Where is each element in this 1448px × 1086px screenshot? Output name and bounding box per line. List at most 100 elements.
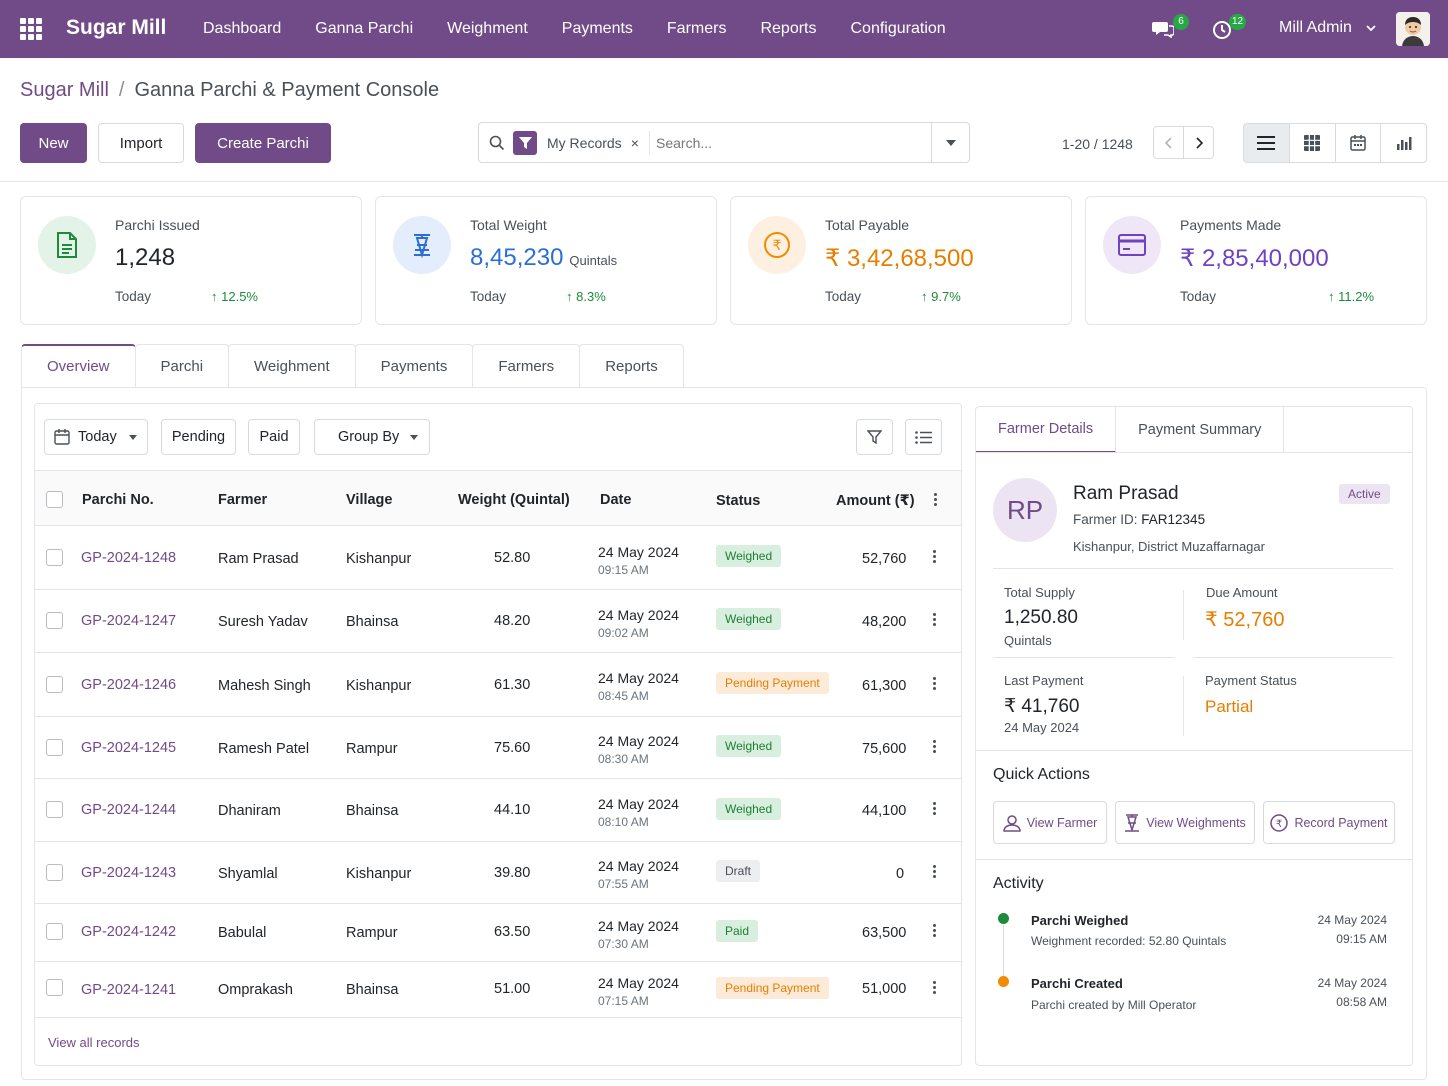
user-icon [1002, 814, 1021, 832]
table-row[interactable]: GP-2024-1248 Ram Prasad Kishanpur 52.80 … [35, 527, 961, 590]
list-view-button[interactable] [1244, 124, 1290, 162]
tab-overview[interactable]: Overview [21, 344, 136, 387]
menu-item-dashboard[interactable]: Dashboard [186, 0, 298, 58]
parchi-link[interactable]: GP-2024-1242 [81, 924, 176, 940]
view-farmer-button[interactable]: View Farmer [993, 801, 1107, 844]
parchi-link[interactable]: GP-2024-1245 [81, 740, 176, 756]
apps-grid-icon[interactable] [20, 18, 42, 40]
status-badge: Pending Payment [716, 977, 829, 999]
kpi-card-payments-made[interactable]: Payments Made ₹ 2,85,40,000 Today ↑ 11.2… [1085, 196, 1427, 325]
parchi-link[interactable]: GP-2024-1241 [81, 982, 176, 998]
row-checkbox[interactable] [46, 612, 63, 629]
header-weight[interactable]: Weight (Quintal) [458, 492, 570, 508]
header-village[interactable]: Village [346, 492, 392, 508]
search-options-toggle[interactable] [931, 123, 969, 162]
svg-text:₹: ₹ [1276, 819, 1282, 830]
kpi-label: Total Weight [470, 217, 547, 233]
pager-value[interactable]: 1-20 / 1248 [1062, 136, 1133, 152]
menu-item-configuration[interactable]: Configuration [834, 0, 963, 58]
tab-reports[interactable]: Reports [579, 344, 684, 387]
row-actions-icon[interactable] [933, 981, 937, 994]
row-actions-icon[interactable] [933, 550, 937, 563]
parchi-link[interactable]: GP-2024-1246 [81, 677, 176, 693]
chat-icon[interactable] [1152, 20, 1174, 38]
header-amount[interactable]: Amount (₹) [836, 493, 915, 509]
row-checkbox[interactable] [46, 923, 63, 940]
row-actions-icon[interactable] [933, 677, 937, 690]
row-checkbox[interactable] [46, 739, 63, 756]
kanban-view-button[interactable] [1290, 124, 1336, 162]
view-all-records-link[interactable]: View all records [48, 1035, 140, 1050]
tab-payment-summary[interactable]: Payment Summary [1116, 406, 1285, 453]
row-checkbox[interactable] [46, 549, 63, 566]
menu-item-weighment[interactable]: Weighment [430, 0, 545, 58]
search-input[interactable] [656, 123, 926, 162]
parchi-link[interactable]: GP-2024-1243 [81, 865, 176, 881]
graph-view-button[interactable] [1381, 124, 1426, 162]
pager-previous-button[interactable] [1153, 126, 1184, 159]
parchi-link[interactable]: GP-2024-1248 [81, 550, 176, 566]
user-avatar[interactable] [1396, 12, 1430, 46]
weight-cell: 52.80 [494, 550, 531, 566]
header-date[interactable]: Date [600, 492, 631, 508]
kpi-card-total-payable[interactable]: ₹ Total Payable ₹ 3,42,68,500 Today ↑ 9.… [730, 196, 1072, 325]
row-checkbox[interactable] [46, 864, 63, 881]
view-weighments-button[interactable]: View Weighments [1115, 801, 1255, 844]
date-cell: 24 May 2024 09:15 AM [598, 544, 679, 577]
table-row[interactable]: GP-2024-1243 Shyamlal Kishanpur 39.80 24… [35, 842, 961, 904]
menu-item-farmers[interactable]: Farmers [650, 0, 744, 58]
row-actions-icon[interactable] [933, 865, 937, 878]
pending-filter-button[interactable]: Pending [161, 419, 236, 455]
table-row[interactable]: GP-2024-1245 Ramesh Patel Rampur 75.60 2… [35, 717, 961, 779]
tab-payments[interactable]: Payments [354, 344, 474, 387]
select-all-checkbox[interactable] [46, 491, 63, 508]
tab-farmer-details[interactable]: Farmer Details [976, 406, 1117, 453]
remove-facet-icon[interactable]: × [631, 135, 639, 151]
menu-item-reports[interactable]: Reports [743, 0, 833, 58]
parchi-link[interactable]: GP-2024-1244 [81, 802, 176, 818]
breadcrumb-root[interactable]: Sugar Mill [20, 79, 109, 101]
row-checkbox[interactable] [46, 979, 63, 996]
menu-item-ganna-parchi[interactable]: Ganna Parchi [298, 0, 430, 58]
tab-farmers[interactable]: Farmers [472, 344, 581, 387]
header-status[interactable]: Status [716, 493, 760, 509]
kpi-card-parchi-issued[interactable]: Parchi Issued 1,248 Today ↑ 12.5% [20, 196, 362, 325]
import-button[interactable]: Import [98, 123, 184, 163]
date-filter-dropdown[interactable]: Today [44, 419, 148, 455]
table-row[interactable]: GP-2024-1244 Dhaniram Bhainsa 44.10 24 M… [35, 779, 961, 842]
row-actions-icon[interactable] [933, 924, 937, 937]
paid-filter-button[interactable]: Paid [248, 419, 300, 455]
row-actions-icon[interactable] [933, 740, 937, 753]
tab-weighment[interactable]: Weighment [228, 344, 356, 387]
create-parchi-button[interactable]: Create Parchi [195, 123, 331, 163]
row-checkbox[interactable] [46, 676, 63, 693]
chevron-down-icon[interactable] [1366, 25, 1376, 32]
header-parchi-no[interactable]: Parchi No. [82, 492, 154, 508]
row-actions-icon[interactable] [933, 613, 937, 626]
table-row[interactable]: GP-2024-1247 Suresh Yadav Bhainsa 48.20 … [35, 590, 961, 653]
table-row[interactable]: GP-2024-1246 Mahesh Singh Kishanpur 61.3… [35, 653, 961, 717]
kpi-trend: ↑ 11.2% [1328, 289, 1375, 304]
new-button[interactable]: New [20, 123, 87, 163]
table-row[interactable]: GP-2024-1241 Omprakash Bhainsa 51.00 24 … [35, 962, 961, 1018]
menu-item-payments[interactable]: Payments [545, 0, 650, 58]
parchi-link[interactable]: GP-2024-1247 [81, 613, 176, 629]
header-farmer[interactable]: Farmer [218, 492, 267, 508]
column-settings-button[interactable] [905, 419, 942, 455]
group-by-dropdown[interactable]: Group By [314, 419, 430, 455]
user-menu[interactable]: Mill Admin [1279, 19, 1352, 37]
row-actions-icon[interactable] [933, 802, 937, 815]
calendar-view-button[interactable] [1336, 124, 1382, 162]
row-checkbox[interactable] [46, 801, 63, 818]
table-row[interactable]: GP-2024-1242 Babulal Rampur 63.50 24 May… [35, 904, 961, 962]
pager-next-button[interactable] [1183, 126, 1214, 159]
last-payment-date: 24 May 2024 [1004, 720, 1080, 735]
filter-button[interactable] [856, 419, 893, 455]
brand-name[interactable]: Sugar Mill [66, 16, 166, 40]
filter-icon [513, 131, 537, 155]
more-options-icon[interactable] [934, 493, 938, 506]
record-payment-button[interactable]: ₹ Record Payment [1263, 801, 1395, 844]
farmer-cell: Babulal [218, 925, 267, 941]
tab-parchi[interactable]: Parchi [134, 344, 230, 387]
kpi-card-total-weight[interactable]: Total Weight 8,45,230 Quintals Today ↑ 8.… [375, 196, 717, 325]
